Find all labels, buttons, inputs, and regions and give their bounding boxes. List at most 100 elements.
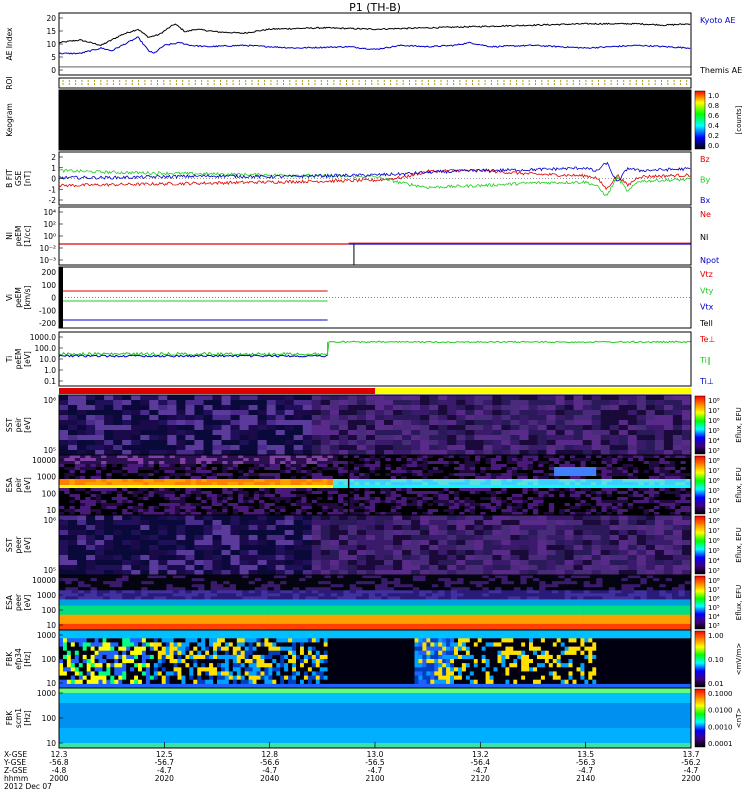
spectrogram-cell bbox=[369, 485, 376, 489]
spectrogram-cell bbox=[432, 506, 439, 510]
spectrogram-cell bbox=[280, 488, 286, 492]
spectrogram-cell bbox=[96, 581, 104, 585]
spectrogram-cell bbox=[633, 479, 639, 483]
spectrogram-cell bbox=[590, 476, 597, 480]
spectrogram-cell bbox=[664, 485, 671, 489]
spectrogram-cell bbox=[185, 479, 192, 483]
spectrogram-cell bbox=[185, 611, 193, 616]
spectrogram-cell bbox=[302, 435, 313, 441]
spectrogram-cell bbox=[217, 509, 223, 513]
spectrogram-cell bbox=[496, 506, 502, 510]
spectrogram-cell bbox=[176, 395, 186, 401]
spectrogram-cell bbox=[643, 506, 650, 510]
y-tick-label: 20 bbox=[46, 14, 56, 23]
spectrogram-cell bbox=[172, 605, 180, 610]
spectrogram-cell bbox=[201, 458, 207, 462]
spectrogram-cell bbox=[201, 455, 207, 459]
spectrogram-cell bbox=[643, 467, 650, 471]
spectrogram-cell bbox=[347, 430, 358, 436]
spectrogram-cell bbox=[80, 458, 86, 462]
spectrogram-cell bbox=[147, 611, 155, 616]
spectrogram-cell bbox=[106, 494, 113, 498]
spectrogram-cell bbox=[180, 464, 186, 468]
spectrogram-cell bbox=[438, 565, 448, 571]
spectrogram-cell bbox=[153, 608, 161, 613]
spectrogram-cell bbox=[122, 602, 129, 606]
spectrogram-cell bbox=[280, 479, 286, 483]
spectrogram-cell bbox=[232, 503, 239, 507]
spectrogram-cell bbox=[164, 506, 170, 510]
spectrogram-cell bbox=[483, 520, 493, 526]
spectrogram-cell bbox=[622, 455, 629, 459]
spectrogram-cell bbox=[301, 497, 307, 501]
spectrogram-cell bbox=[564, 515, 574, 521]
spectrogram-cell bbox=[306, 488, 313, 492]
spectrogram-cell bbox=[198, 584, 205, 588]
legend-entry: Kyoto AE bbox=[700, 16, 735, 25]
spectrogram-cell bbox=[537, 400, 547, 406]
spectrogram-cell bbox=[669, 461, 676, 465]
spectrogram-cell bbox=[596, 479, 602, 483]
spectrogram-cell bbox=[528, 555, 538, 561]
spectrogram-cell bbox=[132, 494, 139, 498]
spectrogram-cell bbox=[77, 555, 87, 561]
spectrogram-cell bbox=[115, 605, 123, 610]
spectrogram-cell bbox=[149, 535, 159, 541]
spectrogram-cell bbox=[384, 400, 394, 406]
spectrogram-cell bbox=[203, 525, 213, 531]
spectrogram-cell bbox=[654, 420, 665, 426]
spectrogram-cell bbox=[555, 445, 565, 451]
spectrogram-cell bbox=[221, 530, 231, 536]
spectrogram-cell bbox=[554, 509, 560, 513]
spectrogram-cell bbox=[166, 605, 174, 610]
spectrogram-cell bbox=[185, 440, 195, 446]
spectrogram-cell bbox=[84, 608, 91, 613]
spectrogram-cell bbox=[606, 500, 613, 504]
spectrogram-cell bbox=[293, 540, 304, 546]
spectrogram-cell bbox=[420, 525, 430, 531]
spectrogram-cell bbox=[274, 470, 281, 474]
spectrogram-cell bbox=[375, 497, 381, 501]
spectrogram-cell bbox=[591, 555, 602, 561]
spectrogram-cell bbox=[191, 608, 199, 613]
spectrogram-cell bbox=[169, 479, 176, 483]
spectrogram-cell bbox=[475, 464, 481, 468]
spectrogram-cell bbox=[206, 485, 213, 489]
spectrogram-cell bbox=[259, 482, 265, 486]
spectrogram-cell bbox=[601, 497, 608, 501]
spectrogram-cell bbox=[248, 593, 256, 597]
spectrogram-cell bbox=[522, 485, 529, 489]
spectrogram-cell bbox=[617, 473, 623, 477]
spectrogram-cell bbox=[359, 509, 365, 513]
spectrogram-cell bbox=[501, 500, 508, 504]
spectrogram-cell bbox=[95, 458, 102, 462]
spectrogram-cell bbox=[622, 497, 629, 501]
spectrogram-cell bbox=[116, 455, 123, 459]
spectrogram-cell bbox=[77, 415, 87, 421]
spectrogram-cell bbox=[465, 445, 475, 451]
spectrogram-cell bbox=[564, 488, 571, 492]
spectrogram-cell bbox=[127, 497, 134, 501]
spectrogram-cell bbox=[356, 525, 367, 531]
spectrogram-cell bbox=[266, 440, 277, 446]
spectrogram-cell bbox=[546, 560, 556, 566]
spectrogram-cell bbox=[517, 467, 523, 471]
spectrogram-cell bbox=[519, 515, 529, 521]
spectrogram-cell bbox=[269, 500, 276, 504]
spectrogram-cell bbox=[269, 494, 276, 498]
spectrogram-cell bbox=[543, 473, 550, 477]
spectrogram-cell bbox=[356, 400, 367, 406]
spectrogram-cell bbox=[236, 596, 243, 600]
spectrogram-cell bbox=[59, 425, 69, 431]
spectrogram-cell bbox=[158, 425, 168, 431]
spectrogram-cell bbox=[327, 464, 334, 468]
spectrogram-cell bbox=[169, 503, 176, 507]
spectrogram-cell bbox=[474, 545, 484, 551]
spectrogram-cell bbox=[438, 506, 444, 510]
spectrogram-cell bbox=[274, 455, 281, 459]
spectrogram-cell bbox=[243, 503, 249, 507]
spectrogram-cell bbox=[582, 395, 593, 401]
spectrogram-cell bbox=[301, 467, 307, 471]
spectrogram-cell bbox=[128, 593, 136, 597]
spectrogram-cell bbox=[311, 430, 322, 436]
